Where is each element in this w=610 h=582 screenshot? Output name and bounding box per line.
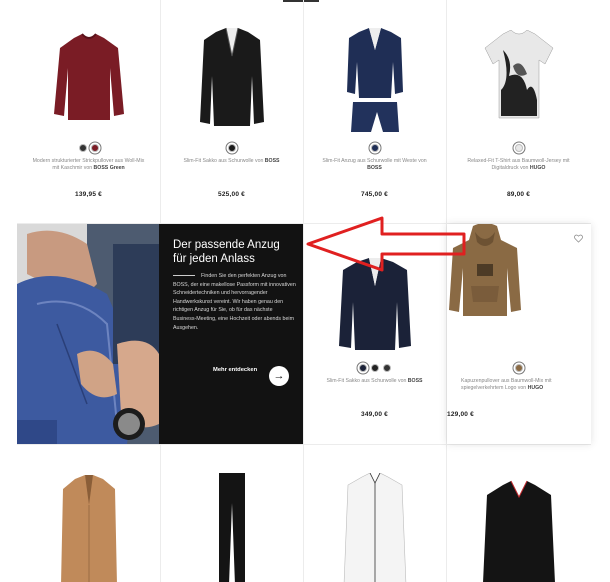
product-price: 745,00 €	[361, 191, 388, 198]
product-card[interactable]	[446, 445, 591, 582]
product-price: 349,00 €	[361, 411, 388, 418]
trousers-icon	[218, 473, 245, 582]
product-card[interactable]: Slim-Fit Anzug aus Schurwolle mit Weste …	[303, 0, 446, 223]
product-grid: Modern strukturierter Strickpullover aus…	[17, 0, 591, 582]
sweater-icon	[482, 480, 555, 582]
color-swatch[interactable]	[358, 364, 367, 372]
color-swatch[interactable]	[370, 364, 379, 372]
product-card[interactable]: Relaxed-Fit T-Shirt aus Baumwoll-Jersey …	[446, 0, 591, 223]
promo-text: Finden Sie den perfekten Anzug von BOSS,…	[173, 273, 296, 331]
color-swatch[interactable]	[227, 144, 236, 152]
product-price: 129,00 €	[447, 411, 474, 418]
product-price: 139,95 €	[75, 191, 102, 198]
color-swatch[interactable]	[90, 144, 99, 152]
heart-icon[interactable]	[574, 234, 583, 243]
color-swatches	[303, 144, 446, 152]
product-card[interactable]	[160, 445, 303, 582]
red-arrow-annotation	[306, 216, 466, 272]
product-description: Relaxed-Fit T-Shirt aus Baumwoll-Jersey …	[467, 158, 570, 171]
color-swatches	[446, 144, 591, 152]
product-card[interactable]: Modern strukturierter Strickpullover aus…	[17, 0, 160, 223]
promo-cta-label[interactable]: Mehr entdecken	[213, 367, 257, 373]
color-swatch[interactable]	[370, 144, 379, 152]
color-swatches	[17, 144, 160, 152]
product-price: 89,00 €	[506, 191, 531, 198]
color-swatch[interactable]	[514, 144, 523, 152]
product-card[interactable]	[17, 445, 160, 582]
product-description: Slim-Fit Sakko aus Schurwolle von BOSS	[183, 158, 280, 164]
product-price: 525,00 €	[218, 191, 245, 198]
promo-banner[interactable]: Der passende Anzug für jeden Anlass Find…	[17, 224, 303, 444]
color-swatch[interactable]	[382, 364, 391, 372]
product-description: Modern strukturierter Strickpullover aus…	[32, 158, 145, 171]
color-swatch[interactable]	[515, 364, 523, 372]
color-swatch[interactable]	[78, 144, 87, 152]
sweater-icon	[53, 33, 124, 120]
suit-icon	[346, 28, 403, 132]
coat-icon	[60, 475, 117, 582]
product-card[interactable]: Slim-Fit Sakko aus Schurwolle von BOSS 5…	[160, 0, 303, 223]
product-description: Slim-Fit Sakko aus Schurwolle von BOSS	[326, 378, 423, 384]
tshirt-icon	[484, 30, 553, 119]
product-description: Slim-Fit Anzug aus Schurwolle mit Weste …	[322, 158, 427, 171]
shirt-icon	[343, 473, 406, 582]
promo-photo	[17, 224, 159, 444]
product-card[interactable]	[303, 445, 446, 582]
product-description: Kapuzenpullover aus Baumwoll-Mix mit spi…	[461, 378, 552, 391]
promo-title: Der passende Anzug für jeden Anlass	[173, 239, 280, 265]
arrow-right-icon[interactable]: →	[269, 366, 289, 386]
color-swatches	[447, 364, 591, 372]
color-swatches	[160, 144, 303, 152]
color-swatches	[303, 364, 446, 372]
blazer-icon	[199, 27, 264, 126]
